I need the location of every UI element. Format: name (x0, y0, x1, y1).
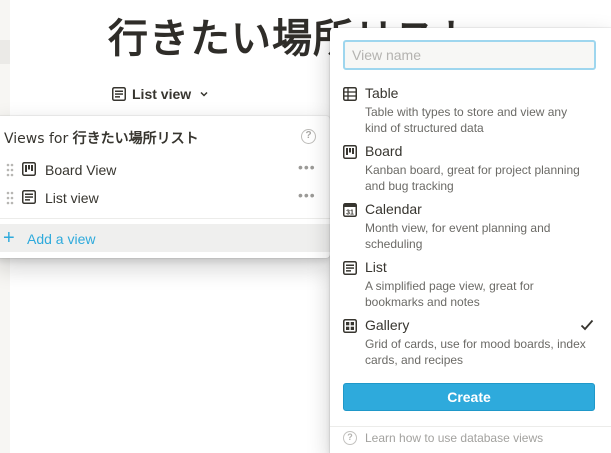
views-header-prefix: Views for (4, 131, 73, 147)
more-icon[interactable]: ••• (298, 160, 316, 174)
option-calendar[interactable]: 31 Calendar Month view, for event planni… (330, 201, 611, 257)
drag-handle-icon[interactable] (6, 191, 14, 210)
option-name: Board (365, 143, 403, 159)
table-icon (343, 87, 357, 106)
view-name: Board View (45, 162, 117, 178)
views-panel: Views for 行きたい場所リスト ? Board View ••• Lis… (0, 116, 330, 258)
option-board[interactable]: Board Kanban board, great for project pl… (330, 143, 611, 199)
view-switcher[interactable]: List view (112, 86, 209, 102)
add-view-button[interactable]: + Add a view (0, 224, 330, 252)
calendar-icon: 31 (343, 203, 357, 222)
views-header-db-name: 行きたい場所リスト (72, 131, 199, 147)
more-icon[interactable]: ••• (298, 188, 316, 202)
view-row-list[interactable]: List view ••• (0, 184, 330, 212)
option-description: A simplified page view, great for bookma… (365, 279, 534, 309)
list-icon (22, 190, 36, 209)
option-name: List (365, 259, 387, 275)
add-view-label: Add a view (27, 231, 96, 247)
calendar-icon-text: 31 (346, 210, 354, 217)
view-name-input[interactable] (343, 40, 596, 70)
divider (330, 426, 611, 427)
checkmark-icon (580, 318, 594, 336)
option-description: Kanban board, great for project planning… (365, 163, 580, 193)
views-panel-header: Views for 行きたい場所リスト (4, 128, 199, 148)
help-icon: ? (343, 431, 357, 445)
gallery-icon (343, 319, 357, 338)
option-name: Calendar (365, 201, 422, 217)
create-view-menu: Table Table with types to store and view… (330, 28, 611, 453)
option-gallery[interactable]: Gallery Grid of cards, use for mood boar… (330, 317, 611, 373)
option-list[interactable]: List A simplified page view, great for b… (330, 259, 611, 315)
option-name: Table (365, 85, 399, 101)
option-name: Gallery (365, 317, 410, 333)
learn-database-views-link[interactable]: ? Learn how to use database views (343, 431, 543, 445)
list-icon (112, 87, 126, 101)
learn-label: Learn how to use database views (365, 431, 544, 445)
create-button[interactable]: Create (343, 383, 595, 411)
sidebar-item-highlight (0, 40, 10, 64)
option-table[interactable]: Table Table with types to store and view… (330, 85, 611, 141)
view-name: List view (45, 190, 99, 206)
chevron-down-icon (199, 89, 209, 99)
plus-icon: + (3, 227, 15, 249)
view-row-board[interactable]: Board View ••• (0, 156, 330, 184)
option-description: Grid of cards, use for mood boards, inde… (365, 337, 586, 367)
current-view-label: List view (132, 86, 192, 102)
drag-handle-icon[interactable] (6, 163, 14, 182)
board-icon (343, 145, 357, 164)
help-icon[interactable]: ? (301, 129, 316, 144)
list-icon (343, 261, 357, 280)
board-icon (22, 162, 36, 181)
option-description: Table with types to store and view any k… (365, 105, 568, 135)
divider (0, 218, 330, 219)
option-description: Month view, for event planning and sched… (365, 221, 551, 251)
